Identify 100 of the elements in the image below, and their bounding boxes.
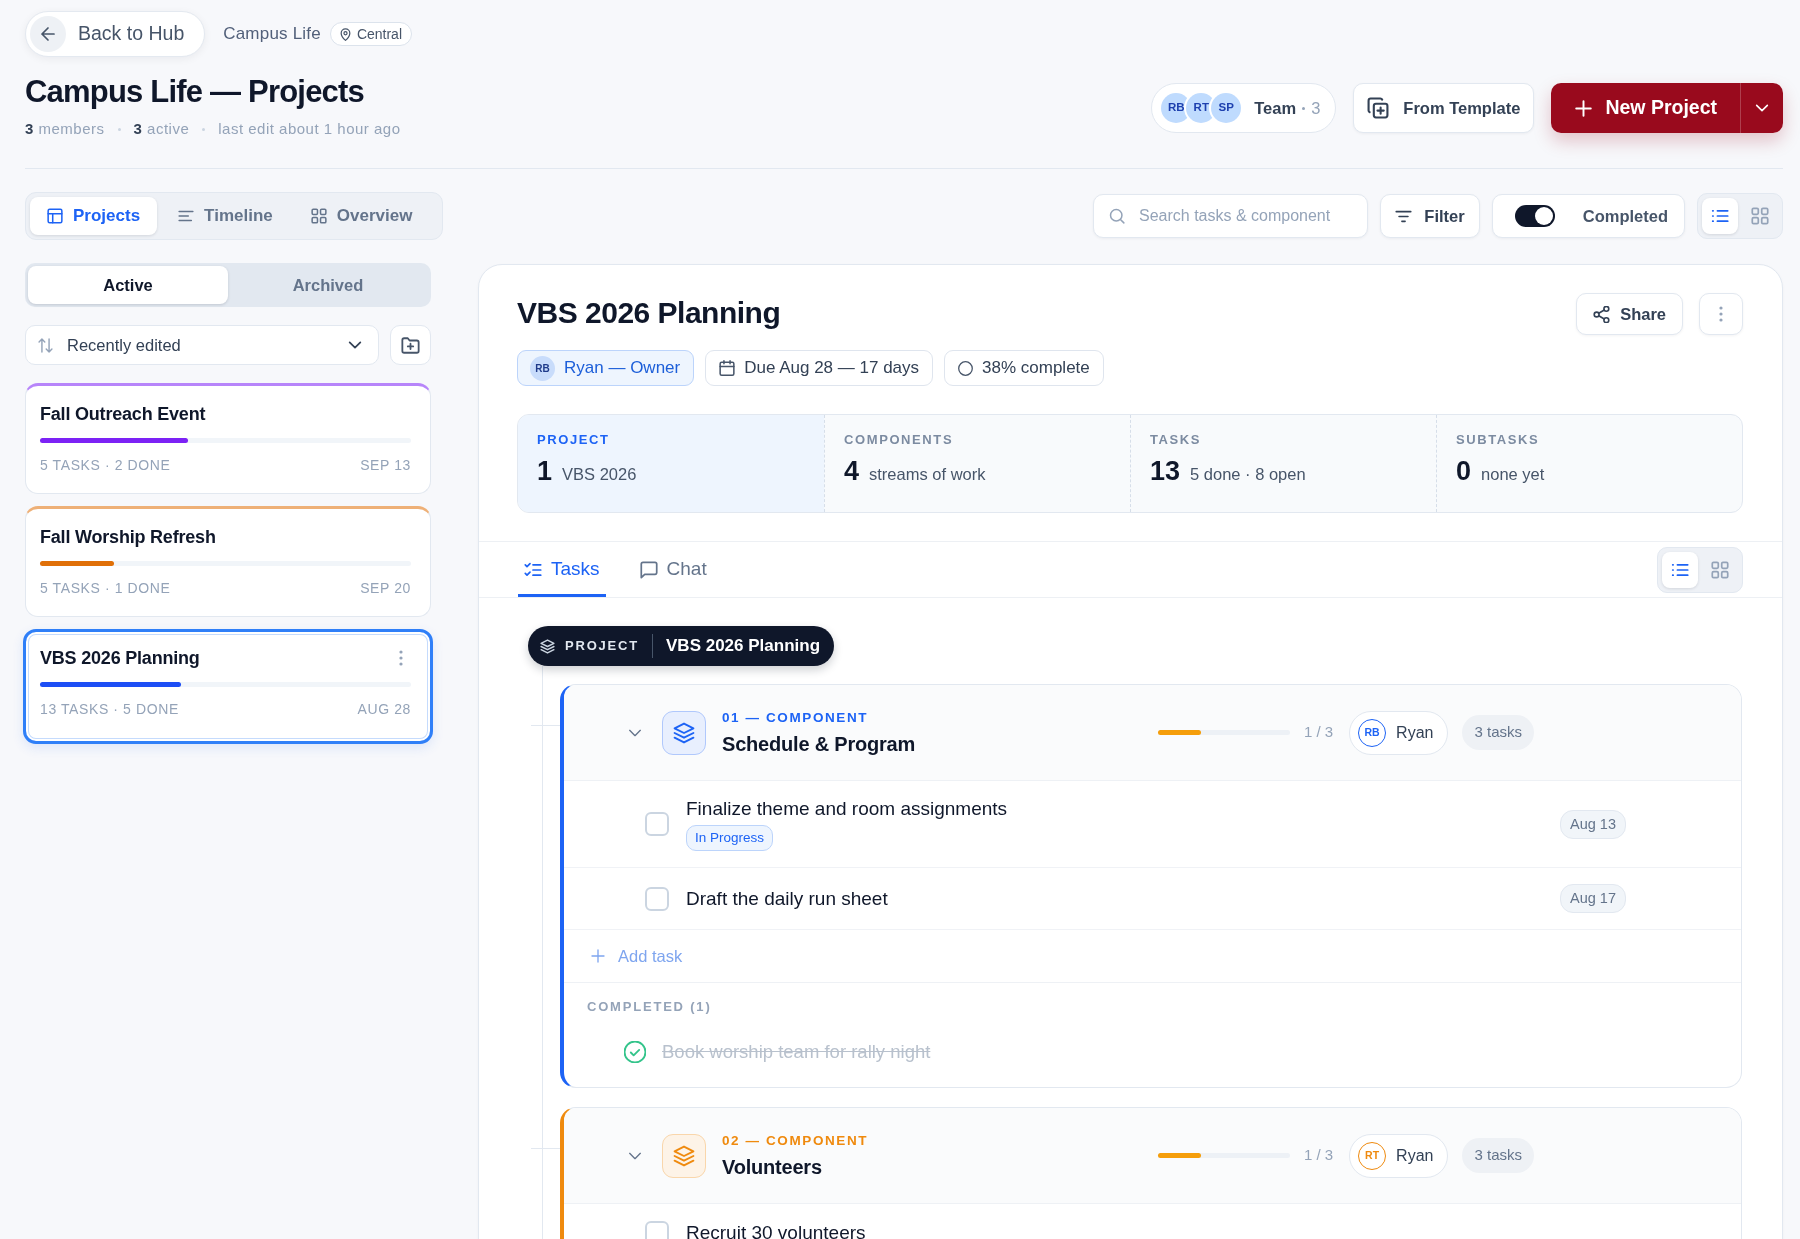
stat-label: TASKS: [1150, 431, 1203, 449]
from-template-button[interactable]: From Template: [1353, 83, 1535, 133]
task-title: Draft the daily run sheet: [686, 887, 889, 910]
project-card[interactable]: Fall Worship Refresh 5 TASKS · 1 DONE SEP 20: [25, 506, 431, 617]
task-checkbox[interactable]: [645, 1220, 669, 1239]
owner-label: Ryan — Owner: [564, 357, 681, 380]
task-title: Finalize theme and room assignments: [686, 797, 1009, 820]
avatar: RB: [530, 355, 555, 381]
view-tab[interactable]: Projects: [30, 197, 158, 235]
date-tag: Aug 13: [1560, 809, 1626, 839]
stat-label: PROJECT: [537, 431, 611, 449]
avatar: RT: [1358, 1141, 1387, 1170]
section-label: COMPLETED (1): [586, 998, 713, 1016]
meta-text: 3 members: [25, 119, 105, 139]
component-title: Schedule & Program: [722, 731, 917, 757]
filter-button[interactable]: Filter: [1380, 194, 1480, 238]
checklist-icon: [524, 560, 542, 579]
project-title: VBS 2026 Planning: [517, 295, 781, 331]
project-name: Fall Worship Refresh: [40, 526, 216, 548]
grid-icon: [310, 208, 327, 224]
page-title: Campus Life — Projects: [25, 73, 365, 111]
stat-detail: streams of work: [869, 464, 986, 485]
stat-value: 13: [1150, 455, 1181, 488]
list-view-button[interactable]: [1662, 551, 1698, 588]
assignee-chip[interactable]: RT Ryan: [1349, 1133, 1449, 1178]
project-summary: 13 TASKS · 5 DONE: [40, 700, 179, 718]
task-title: Book worship team for rally night: [662, 1040, 931, 1063]
share-button[interactable]: Share: [1576, 293, 1683, 335]
map-pin-icon: [338, 27, 352, 41]
chat-bubble-icon: [639, 560, 658, 579]
kebab-menu-icon: [1719, 306, 1723, 322]
toggle-switch[interactable]: [1515, 205, 1555, 227]
list-icon: [1711, 207, 1729, 225]
content-tab[interactable]: Chat: [633, 542, 713, 597]
content-tab[interactable]: Tasks: [518, 542, 606, 597]
meta-text: last edit about 1 hour ago: [218, 119, 401, 139]
pill-label: VBS 2026 Planning: [666, 635, 820, 658]
pill-tag: PROJECT: [565, 636, 639, 656]
date-tag: Aug 17: [1560, 884, 1626, 913]
status-tab[interactable]: Archived: [228, 266, 428, 304]
stat-detail: none yet: [1481, 464, 1545, 485]
view-tab[interactable]: Timeline: [161, 197, 290, 235]
task-checkbox[interactable]: [645, 886, 669, 911]
back-button[interactable]: Back to Hub: [25, 11, 206, 57]
arrow-left-icon: [30, 16, 66, 52]
task-count: 3 tasks: [1462, 715, 1534, 750]
avatar: SP: [1211, 93, 1242, 123]
layout-icon: [47, 208, 63, 224]
due-date: AUG 28: [357, 700, 411, 718]
project-name: Fall Outreach Event: [40, 403, 206, 425]
completed-toggle[interactable]: Completed: [1492, 194, 1685, 238]
plus-icon: [591, 949, 605, 963]
avatar: RB: [1358, 718, 1387, 747]
search-field[interactable]: Search tasks & component: [1093, 194, 1368, 238]
project-name: VBS 2026 Planning: [40, 647, 200, 669]
progress-count: 1 / 3: [1303, 1145, 1334, 1166]
project-summary: 5 TASKS · 1 DONE: [40, 579, 171, 597]
task-checkbox[interactable]: [624, 1040, 646, 1063]
stat-label: SUBTASKS: [1456, 431, 1541, 449]
sort-dropdown[interactable]: Recently edited: [25, 325, 379, 365]
status-tab[interactable]: Active: [28, 266, 228, 304]
progress-label: 38% complete: [982, 357, 1090, 380]
copy-plus-icon: [1367, 97, 1390, 119]
project-card[interactable]: Fall Outreach Event 5 TASKS · 2 DONE SEP 13: [25, 383, 431, 494]
due-date: SEP 20: [360, 579, 411, 597]
circle-icon: [958, 360, 974, 376]
search-icon: [1109, 208, 1125, 224]
grid-icon: [1711, 560, 1729, 579]
stat-label: COMPONENTS: [844, 431, 955, 449]
location-label: Central: [356, 24, 402, 44]
list-view-button[interactable]: [1702, 198, 1738, 234]
stat-detail: 5 done · 8 open: [1190, 464, 1306, 485]
stat-value: 0: [1456, 455, 1472, 488]
view-tab[interactable]: Overview: [293, 197, 430, 235]
assignee-name: Ryan: [1396, 1145, 1434, 1166]
sort-arrows-icon: [38, 337, 53, 353]
stat-detail: VBS 2026: [562, 464, 637, 485]
dropdown-button[interactable]: [1740, 83, 1783, 133]
folder-plus-icon: [401, 335, 420, 355]
assignee-name: Ryan: [1396, 722, 1434, 743]
calendar-icon: [719, 360, 736, 376]
project-card[interactable]: VBS 2026 Planning 13 TASKS · 5 DONE AUG 28: [23, 629, 433, 744]
layers-icon: [662, 710, 706, 755]
stat-value: 4: [844, 455, 860, 488]
due-label: Due Aug 28 — 17 days: [744, 357, 920, 380]
task-checkbox[interactable]: [645, 812, 669, 836]
share-icon: [1593, 305, 1611, 323]
layers-icon: [662, 1133, 706, 1178]
status-tag: In Progress: [686, 825, 774, 851]
component-title: Volunteers: [722, 1154, 823, 1180]
stat-value: 1: [537, 455, 553, 488]
progress-count: 1 / 3: [1303, 722, 1334, 743]
new-folder-button[interactable]: [390, 325, 431, 365]
component-number: 01 — COMPONENT: [722, 708, 870, 727]
layers-icon: [540, 638, 555, 654]
new-project-button[interactable]: New Project: [1551, 83, 1741, 133]
assignee-chip[interactable]: RB Ryan: [1349, 710, 1449, 755]
project-summary: 5 TASKS · 2 DONE: [40, 456, 171, 474]
team-button[interactable]: RB RT SP Team 3: [1151, 83, 1337, 133]
kebab-menu-icon[interactable]: [399, 650, 403, 666]
